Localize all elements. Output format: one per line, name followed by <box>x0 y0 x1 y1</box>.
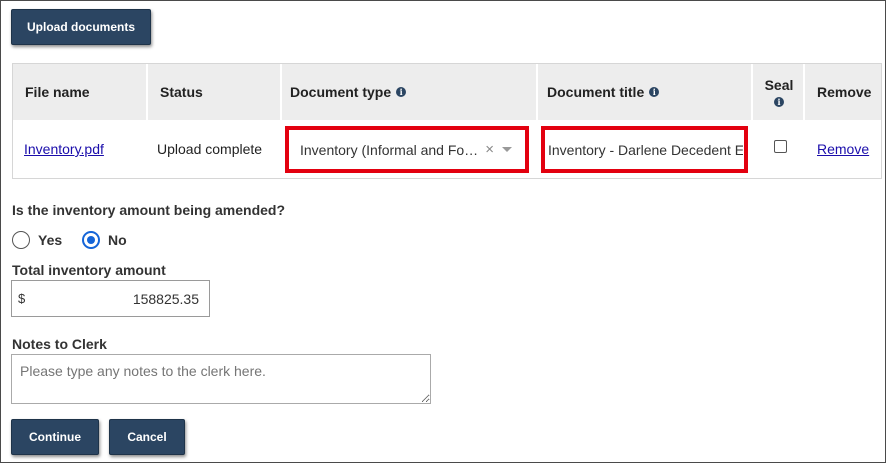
document-title-value: Inventory - Darlene Decedent E <box>548 141 743 158</box>
header-document-type: Document type i <box>278 64 534 120</box>
notes-textarea[interactable] <box>11 354 431 404</box>
header-seal: Seal i <box>753 64 805 120</box>
radio-no[interactable] <box>82 231 100 249</box>
document-type-select[interactable]: Inventory (Informal and Fo… × <box>290 131 524 168</box>
header-remove-label: Remove <box>817 84 872 100</box>
notes-label: Notes to Clerk <box>12 336 107 352</box>
total-inventory-input[interactable]: $ 158825.35 <box>11 280 210 317</box>
info-icon[interactable]: i <box>396 87 407 97</box>
info-icon[interactable]: i <box>774 97 784 107</box>
amended-question: Is the inventory amount being amended? <box>12 202 286 218</box>
header-remove: Remove <box>805 64 881 120</box>
documents-table: File name Status Document type i Documen… <box>12 63 882 179</box>
upload-status: Upload complete <box>157 141 263 157</box>
caret-down-icon[interactable] <box>502 147 512 152</box>
info-icon[interactable]: i <box>649 87 660 97</box>
seal-checkbox[interactable] <box>774 140 787 153</box>
radio-no-label[interactable]: No <box>108 232 127 248</box>
header-status: Status <box>148 64 280 120</box>
cancel-button[interactable]: Cancel <box>109 419 185 455</box>
radio-yes-label[interactable]: Yes <box>38 232 62 248</box>
table-header: File name Status Document type i Documen… <box>13 64 881 120</box>
file-name-link[interactable]: Inventory.pdf <box>24 141 104 157</box>
radio-yes[interactable] <box>12 231 30 249</box>
header-document-title-label: Document title <box>547 84 645 100</box>
currency-symbol: $ <box>18 291 26 306</box>
upload-documents-button[interactable]: Upload documents <box>11 9 151 45</box>
document-type-value: Inventory (Informal and Fo… <box>300 141 479 158</box>
header-status-label: Status <box>160 84 203 100</box>
continue-button[interactable]: Continue <box>11 419 99 455</box>
total-inventory-value: 158825.35 <box>132 290 199 307</box>
remove-link[interactable]: Remove <box>817 141 869 157</box>
clear-icon[interactable]: × <box>485 141 494 158</box>
header-file-name: File name <box>13 64 146 120</box>
header-file-name-label: File name <box>25 84 90 100</box>
header-seal-label: Seal <box>764 77 794 93</box>
page-frame: Upload documents File name Status Docume… <box>0 0 886 463</box>
header-document-title: Document title i <box>535 64 750 120</box>
total-inventory-label: Total inventory amount <box>12 262 166 278</box>
document-title-input[interactable]: Inventory - Darlene Decedent E <box>546 131 743 168</box>
header-document-type-label: Document type <box>290 84 392 100</box>
